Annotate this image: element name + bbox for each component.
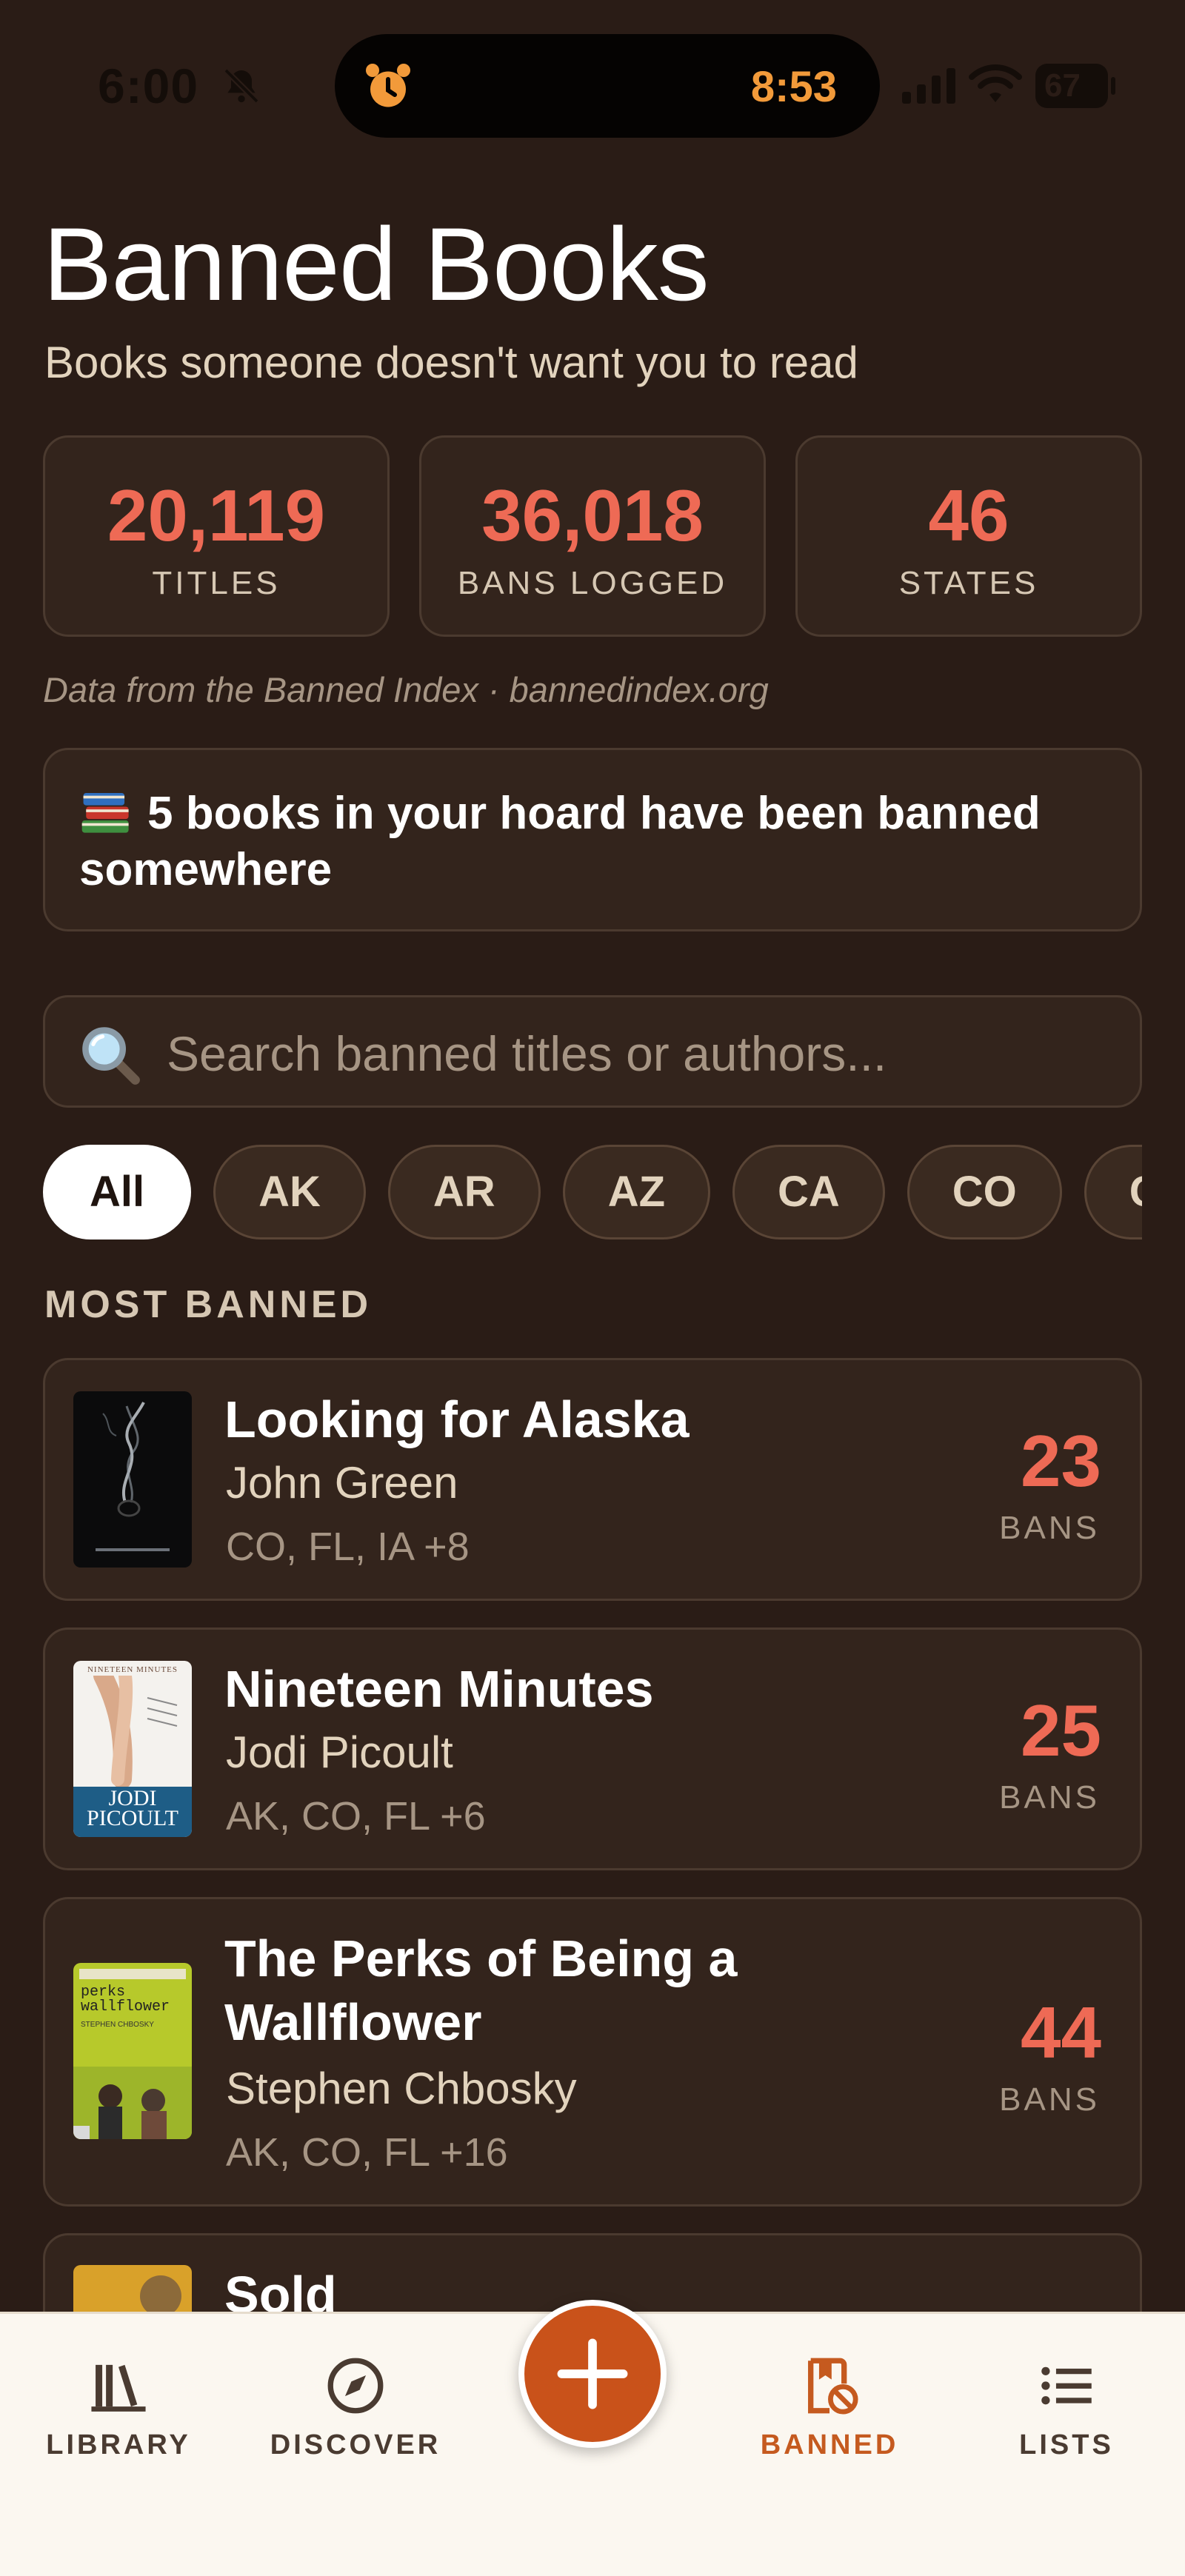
book-author: John Green	[226, 1458, 458, 1508]
battery-indicator: 67	[1035, 64, 1108, 108]
cover-title-text: perks wallflower	[81, 1984, 170, 2015]
page-subtitle: Books someone doesn't want you to read	[44, 338, 858, 387]
stat-value: 46	[928, 475, 1009, 556]
ban-label: BANS	[999, 1779, 1100, 1816]
tab-discover[interactable]: DISCOVER	[267, 2352, 444, 2461]
cover-photo-art	[73, 2067, 192, 2139]
book-title: Nineteen Minutes	[224, 1660, 654, 1718]
stat-card-titles: 20,119 TITLES	[43, 435, 390, 637]
ban-count: 23	[1020, 1420, 1101, 1502]
tab-label: BANNED	[760, 2429, 899, 2460]
add-book-button[interactable]	[518, 2300, 667, 2448]
chip-ar[interactable]: AR	[387, 1145, 541, 1240]
book-title: Looking for Alaska	[224, 1391, 690, 1448]
section-heading: MOST BANNED	[44, 1283, 373, 1326]
book-card[interactable]: Looking for Alaska John Green CO, FL, IA…	[43, 1358, 1142, 1601]
book-author: Jodi Picoult	[226, 1727, 453, 1777]
alarm-clock-icon	[366, 64, 410, 107]
signal-icon	[902, 68, 955, 104]
chip-ca[interactable]: CA	[732, 1145, 885, 1240]
book-states: AK, CO, FL +16	[226, 2130, 508, 2175]
cover-title-text: NINETEEN MINUTES	[87, 1665, 178, 1674]
search-input[interactable]	[165, 1020, 1116, 1088]
stat-value: 20,119	[107, 475, 326, 556]
stat-label: STATES	[898, 565, 1039, 601]
wifi-icon	[969, 64, 1022, 102]
bell-slash-icon	[224, 68, 259, 104]
book-states: AK, CO, FL +6	[226, 1794, 486, 1839]
hoard-banner-content: 5 books in your hoard have been banned s…	[79, 786, 1106, 898]
book-cover-nineteen-minutes: NINETEEN MINUTES JODI PICOULT	[73, 1661, 192, 1837]
banned-book-icon	[808, 2358, 858, 2415]
search-box[interactable]	[43, 995, 1142, 1108]
page-title: Banned Books	[43, 206, 710, 322]
search-icon	[82, 1027, 140, 1085]
ban-label: BANS	[999, 1510, 1100, 1546]
stat-card-bans: 36,018 BANS LOGGED	[419, 435, 766, 637]
cover-author-text: STEPHEN CHBOSKY	[81, 2021, 154, 2029]
data-source-note: Data from the Banned Index · bannedindex…	[43, 670, 769, 709]
book-card[interactable]: NINETEEN MINUTES JODI PICOULT Nineteen M…	[43, 1627, 1142, 1870]
book-cover-perks-of-being-a-wallflower: perks wallflower STEPHEN CHBOSKY	[73, 1963, 192, 2139]
book-title-line-2: Wallflower	[224, 1993, 482, 2051]
tab-banned[interactable]: BANNED	[741, 2352, 918, 2461]
chip-ct[interactable]: CT	[1084, 1145, 1142, 1240]
book-author: Stephen Chbosky	[226, 2064, 577, 2113]
dynamic-island: 8:53	[335, 34, 880, 138]
island-timer: 8:53	[750, 63, 837, 111]
chip-az[interactable]: AZ	[562, 1145, 711, 1240]
tab-label: DISCOVER	[270, 2429, 441, 2460]
cover-author-last: PICOULT	[87, 1806, 178, 1830]
chip-ak[interactable]: AK	[213, 1145, 366, 1240]
list-icon	[1041, 2366, 1092, 2405]
stat-card-states: 46 STATES	[795, 435, 1142, 637]
status-time: 6:00	[98, 58, 199, 113]
stat-label: BANS LOGGED	[457, 565, 728, 601]
chip-co[interactable]: CO	[907, 1145, 1062, 1240]
stat-value: 36,018	[481, 475, 704, 556]
book-card[interactable]: perks wallflower STEPHEN CHBOSKY The Per…	[43, 1897, 1142, 2207]
tab-label: LIBRARY	[46, 2429, 191, 2460]
ban-count: 25	[1020, 1690, 1101, 1771]
battery-cap	[1111, 77, 1115, 95]
hoard-banner[interactable]: 5 books in your hoard have been banned s…	[43, 748, 1142, 931]
status-bar: 6:00 8:53 67	[0, 0, 1185, 170]
tab-lists[interactable]: LISTS	[978, 2352, 1155, 2461]
plus-icon	[557, 2338, 628, 2409]
tab-label: LISTS	[1019, 2429, 1114, 2460]
hoard-banner-text: 5 books in your hoard have been banned s…	[79, 788, 1041, 895]
book-states: CO, FL, IA +8	[226, 1525, 470, 1569]
library-icon	[91, 2364, 146, 2412]
tab-library[interactable]: LIBRARY	[30, 2352, 207, 2461]
book-cover-looking-for-alaska	[73, 1391, 192, 1568]
cover-hands-art	[93, 1676, 178, 1787]
state-filter-chips: AllAKARAZCACOCT	[43, 1145, 1142, 1242]
ban-count: 44	[1020, 1992, 1101, 2073]
book-title-line-1: The Perks of Being a	[224, 1930, 738, 1987]
compass-icon	[327, 2358, 384, 2414]
ban-label: BANS	[999, 2081, 1100, 2118]
books-icon	[81, 792, 129, 833]
chip-all[interactable]: All	[43, 1145, 192, 1240]
stat-label: TITLES	[152, 565, 281, 601]
